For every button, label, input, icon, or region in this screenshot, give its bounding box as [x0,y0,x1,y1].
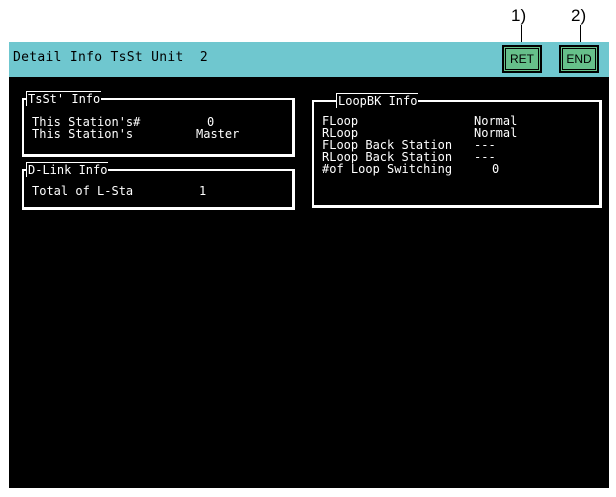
dlink-info-title: D-Link Info [26,162,109,177]
screen-title: Detail Info TsSt Unit 2 [13,50,209,65]
detail-screen: Detail Info TsSt Unit 2 RET END TsSt' In… [9,42,609,488]
ret-button[interactable]: RET [502,45,542,73]
tsst-info-panel: TsSt' Info This Station's# 0 This Statio… [22,91,295,157]
end-button[interactable]: END [559,45,599,73]
dlink-info-panel: D-Link Info Total of L-Sta 1 [22,162,295,210]
loopbk-row-4-value: 0 [492,162,500,176]
tsst-row-1-value: Master [196,127,240,141]
loopbk-info-title: LoopBK Info [336,93,419,108]
loopbk-row-4-label: #of Loop Switching [322,162,453,176]
callout-2: 2) [571,6,587,25]
tsst-info-title: TsSt' Info [26,91,102,106]
tsst-row-1-label: This Station's [32,127,134,141]
dlink-row-0-value: 1 [199,184,207,198]
dlink-row-0-label: Total of L-Sta [32,184,134,198]
title-bar: Detail Info TsSt Unit 2 RET END [9,42,609,77]
callout-1: 1) [511,6,527,25]
loopbk-info-panel: LoopBK Info FLoop Normal RLoop Normal FL… [312,93,602,208]
